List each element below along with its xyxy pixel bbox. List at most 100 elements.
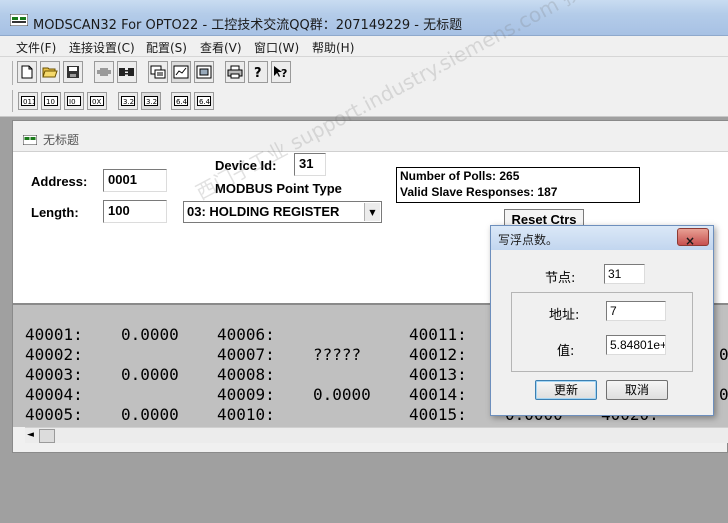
menu-connection[interactable]: 连接设置(C): [69, 39, 135, 56]
register-value[interactable]: ?????: [313, 345, 361, 365]
printer-icon: [227, 65, 243, 79]
document-icon: [23, 135, 37, 145]
new-file-icon: [21, 65, 33, 79]
horizontal-scrollbar[interactable]: ◄: [25, 427, 728, 443]
svg-text:3.2: 3.2: [146, 98, 157, 106]
register-address: 40015:: [409, 405, 467, 424]
input-register-button[interactable]: I0: [64, 92, 84, 110]
menu-window[interactable]: 窗口(W): [254, 39, 299, 56]
menu-bar: 文件(F) 连接设置(C) 配置(S) 查看(V) 窗口(W) 帮助(H): [0, 36, 728, 57]
open-folder-icon: [42, 67, 58, 78]
toolbar-area: ? ? 011 10 I0 0X 3.2 3.2 6.4 6.4: [0, 57, 728, 117]
format-32-icon: 3.2: [121, 96, 135, 106]
menu-help[interactable]: 帮助(H): [312, 39, 354, 56]
chart-window-icon: [173, 65, 189, 79]
close-icon: ×: [685, 234, 696, 248]
register-address: 40011:: [409, 325, 467, 344]
question-mark-icon: ?: [254, 66, 262, 79]
format-float-icon: 3.2: [144, 96, 158, 106]
write-float-dialog: 写浮点数。 × 节点: 31 地址: 7 值: 5.84801e+0 更新 取消: [490, 225, 714, 416]
format-double-icon: 6.4: [197, 96, 211, 106]
help-pointer-icon: ?: [274, 66, 287, 79]
new-file-button[interactable]: [17, 61, 37, 83]
menu-setup[interactable]: 配置(S): [146, 39, 187, 56]
scrollbar-thumb[interactable]: [39, 429, 55, 443]
register-address: 40008:: [217, 365, 275, 384]
register-value-clipped: 0: [719, 345, 728, 364]
value-input[interactable]: 5.84801e+0: [606, 335, 666, 355]
display-mode-button-2[interactable]: [171, 61, 191, 83]
device-id-input[interactable]: 31: [294, 153, 326, 176]
tile-window-icon: [196, 65, 212, 79]
register-address: 40010:: [217, 405, 275, 424]
node-input[interactable]: 31: [604, 264, 645, 284]
register-address: 40003:: [25, 365, 83, 384]
svg-text:?: ?: [254, 66, 262, 79]
menu-view[interactable]: 查看(V): [200, 39, 242, 56]
svg-text:011: 011: [23, 98, 35, 106]
svg-text:3.2: 3.2: [123, 98, 134, 106]
format-button-4[interactable]: 6.4: [194, 92, 214, 110]
input-status-button[interactable]: 10: [41, 92, 61, 110]
valid-responses-count: Valid Slave Responses: 187: [400, 185, 558, 199]
register-value[interactable]: 0.0000: [121, 365, 179, 385]
display-mode-button-1[interactable]: [148, 61, 168, 83]
svg-text:0X: 0X: [92, 98, 101, 106]
disconnect-button[interactable]: [117, 61, 137, 83]
dropdown-arrow-icon[interactable]: ▼: [364, 203, 380, 221]
coil-status-button[interactable]: 011: [18, 92, 38, 110]
holding-register-button[interactable]: 0X: [87, 92, 107, 110]
address-input[interactable]: 0001: [103, 169, 167, 192]
open-file-button[interactable]: [40, 61, 60, 83]
register-address: 40006:: [217, 325, 275, 344]
document-titlebar: 无标题: [13, 121, 728, 151]
app-icon: [10, 14, 28, 26]
register-value[interactable]: 0.0000: [313, 385, 371, 405]
poll-status-box: Number of Polls: 265 Valid Slave Respons…: [396, 167, 640, 203]
register-value-clipped: 0: [719, 385, 728, 404]
context-help-button[interactable]: ?: [271, 61, 291, 83]
dialog-close-button[interactable]: ×: [677, 228, 709, 248]
scroll-left-arrow-icon[interactable]: ◄: [27, 430, 34, 440]
format-button-2[interactable]: 3.2: [141, 92, 161, 110]
menu-file[interactable]: 文件(F): [16, 39, 56, 56]
register-address: 40012:: [409, 345, 467, 364]
register-value[interactable]: 0.0000: [121, 405, 179, 425]
register-address: 40009:: [217, 385, 275, 404]
device-id-label: Device Id:: [215, 158, 277, 173]
register-address: 40002:: [25, 345, 83, 364]
format-button-1[interactable]: 3.2: [118, 92, 138, 110]
window-title: MODSCAN32 For OPTO22 - 工控技术交流QQ群：2071492…: [33, 18, 463, 33]
about-button[interactable]: ?: [248, 61, 268, 83]
display-mode-button-3[interactable]: [194, 61, 214, 83]
length-input[interactable]: 100: [103, 200, 167, 223]
connect-button[interactable]: [94, 61, 114, 83]
register-address: 40005:: [25, 405, 83, 424]
dialog-titlebar: 写浮点数。 ×: [491, 226, 713, 250]
address-label: Address:: [31, 174, 88, 189]
dialog-address-input[interactable]: 7: [606, 301, 666, 321]
document-title: 无标题: [43, 133, 80, 147]
format-button-3[interactable]: 6.4: [171, 92, 191, 110]
update-button[interactable]: 更新: [535, 380, 597, 400]
point-type-select[interactable]: 03: HOLDING REGISTER ▼: [183, 201, 382, 223]
coil-01-icon: 011: [21, 96, 35, 106]
format-64-icon: 6.4: [174, 96, 188, 106]
value-label: 值:: [557, 344, 575, 359]
polls-count: Number of Polls: 265: [400, 169, 520, 183]
input-10-icon: 10: [44, 96, 58, 106]
print-button[interactable]: [225, 61, 245, 83]
register-ox-icon: 0X: [90, 96, 104, 106]
plug-disconnect-icon: [119, 68, 134, 76]
svg-text:I0: I0: [69, 98, 76, 106]
svg-text:6.4: 6.4: [176, 98, 188, 106]
register-address: 40004:: [25, 385, 83, 404]
point-type-label: MODBUS Point Type: [215, 181, 342, 196]
dialog-title: 写浮点数。: [498, 233, 559, 247]
cancel-button[interactable]: 取消: [606, 380, 668, 400]
plug-connect-icon: [97, 68, 111, 76]
save-disk-icon: [67, 66, 79, 78]
register-value[interactable]: 0.0000: [121, 325, 179, 345]
save-button[interactable]: [63, 61, 83, 83]
svg-text:10: 10: [46, 98, 55, 106]
